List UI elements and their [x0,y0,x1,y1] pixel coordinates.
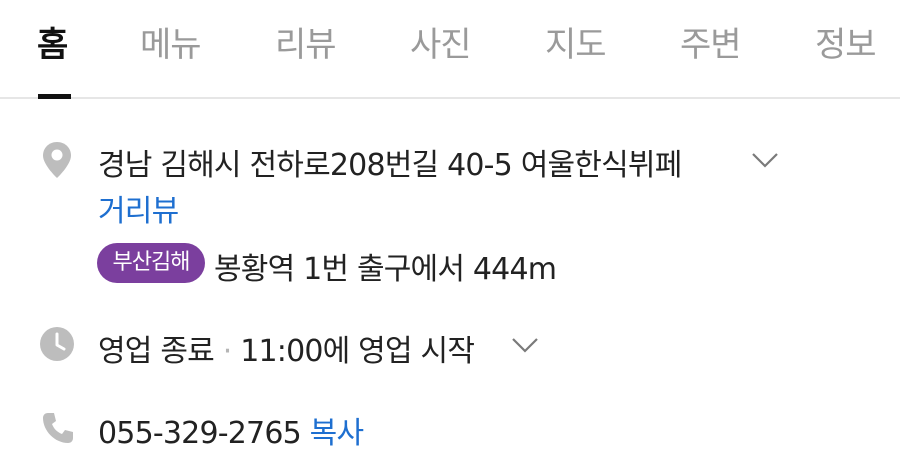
tab-menu[interactable]: 메뉴 [140,20,202,70]
tab-info[interactable]: 정보 [815,20,877,70]
phone-icon [43,413,73,443]
tab-bar: 홈 메뉴 리뷰 사진 지도 주변 정보 [0,0,900,99]
tab-photos[interactable]: 사진 [410,20,472,70]
tab-map[interactable]: 지도 [545,20,607,70]
location-pin-icon [43,142,71,178]
chevron-down-icon[interactable] [750,150,780,170]
tab-reviews[interactable]: 리뷰 [275,20,337,70]
street-view-link[interactable]: 거리뷰 [98,186,179,230]
hours-status: 영업 종료 [98,334,215,369]
copy-phone-button[interactable]: 복사 [310,416,364,451]
phone-number[interactable]: 055-329-2765 [98,416,302,451]
tab-nearby[interactable]: 주변 [680,20,742,70]
hours-separator: · [222,334,233,369]
active-tab-indicator [38,94,71,99]
business-hours: 영업 종료 · 11:00에 영업 시작 [98,326,475,370]
subway-distance-text: 봉황역 1번 출구에서 444m [214,252,557,287]
clock-icon [40,327,74,361]
chevron-down-icon[interactable] [510,335,540,355]
address-text: 경남 김해시 전하로208번길 40-5 여울한식뷔페 [98,148,682,183]
phone-row: 055-329-2765 복사 [98,408,364,452]
tab-home[interactable]: 홈 [37,20,68,70]
hours-next-open: 11:00에 영업 시작 [240,334,475,369]
subway-line-badge: 부산김해 [97,243,205,283]
